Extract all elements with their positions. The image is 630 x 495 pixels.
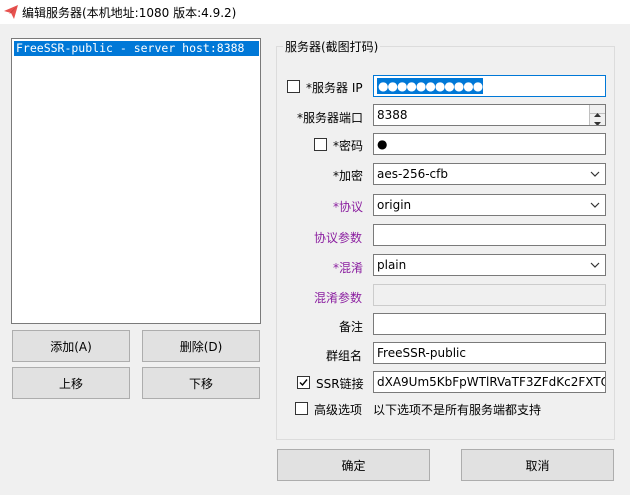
remarks-input[interactable]	[373, 313, 606, 335]
protocol-param-label: 协议参数	[314, 231, 363, 245]
server-port-label: *服务器端口	[297, 111, 364, 125]
server-ip-input[interactable]: ●●●●●●●●●●●	[373, 75, 606, 97]
obfs-param-label: 混淆参数	[314, 291, 363, 305]
show-password-checkbox[interactable]	[314, 138, 327, 151]
obfs-value: plain	[377, 258, 407, 272]
server-ip-label: *服务器 IP	[306, 81, 363, 95]
groupbox-title: 服务器(截图打码)	[283, 38, 381, 55]
chevron-down-icon	[590, 171, 600, 177]
encryption-value: aes-256-cfb	[377, 167, 448, 181]
show-ip-checkbox[interactable]	[287, 80, 300, 93]
ssr-link-checkbox[interactable]	[297, 376, 310, 389]
window-title: 编辑服务器(本机地址:1080 版本:4.9.2)	[22, 6, 237, 20]
ssr-link-input[interactable]: dXA9Um5KbFpWTlRVaTF3ZFdKc2FXTQ	[373, 371, 606, 393]
port-spinner[interactable]	[589, 105, 605, 125]
chevron-down-icon	[590, 202, 600, 208]
move-down-button[interactable]: 下移	[142, 367, 260, 399]
spin-up-button[interactable]	[590, 105, 605, 117]
ssr-link-label: SSR链接	[316, 377, 364, 391]
obfs-select[interactable]: plain	[373, 254, 606, 276]
advanced-label: 高级选项	[314, 403, 363, 417]
remarks-label: 备注	[339, 320, 364, 334]
password-label: *密码	[333, 139, 364, 153]
obfs-param-input	[373, 284, 606, 306]
advanced-checkbox[interactable]	[295, 402, 308, 415]
protocol-value: origin	[377, 198, 412, 212]
obfs-label: *混淆	[333, 261, 364, 275]
group-name-label: 群组名	[326, 349, 363, 363]
advanced-note: 以下选项不是所有服务端都支持	[373, 403, 542, 417]
spin-down-button[interactable]	[590, 115, 605, 125]
chevron-down-icon	[590, 262, 600, 268]
title-bar: 编辑服务器(本机地址:1080 版本:4.9.2)	[0, 0, 630, 24]
triangle-down-icon	[594, 122, 601, 125]
group-name-value: FreeSSR-public	[377, 346, 466, 360]
app-paper-plane-icon	[3, 4, 19, 20]
password-input[interactable]: ●	[373, 133, 606, 155]
server-port-stepper[interactable]: 8388	[373, 104, 606, 126]
protocol-param-input[interactable]	[373, 224, 606, 246]
protocol-select[interactable]: origin	[373, 194, 606, 216]
encryption-label: *加密	[333, 169, 364, 183]
checkmark-icon	[299, 379, 308, 387]
ok-button[interactable]: 确定	[277, 449, 430, 481]
group-name-input[interactable]: FreeSSR-public	[373, 342, 606, 364]
protocol-label: *协议	[333, 200, 364, 214]
server-ip-value: ●●●●●●●●●●●	[377, 78, 483, 94]
cancel-button[interactable]: 取消	[461, 449, 614, 481]
ssr-link-value: dXA9Um5KbFpWTlRVaTF3ZFdKc2FXTQ	[377, 375, 606, 389]
add-button[interactable]: 添加(A)	[12, 330, 130, 362]
server-list[interactable]: FreeSSR-public - server host:8388	[11, 38, 261, 324]
delete-button[interactable]: 删除(D)	[142, 330, 260, 362]
server-port-value: 8388	[377, 108, 408, 122]
password-value: ●	[377, 137, 388, 151]
encryption-select[interactable]: aes-256-cfb	[373, 163, 606, 185]
list-item[interactable]: FreeSSR-public - server host:8388	[14, 41, 259, 56]
move-up-button[interactable]: 上移	[12, 367, 130, 399]
